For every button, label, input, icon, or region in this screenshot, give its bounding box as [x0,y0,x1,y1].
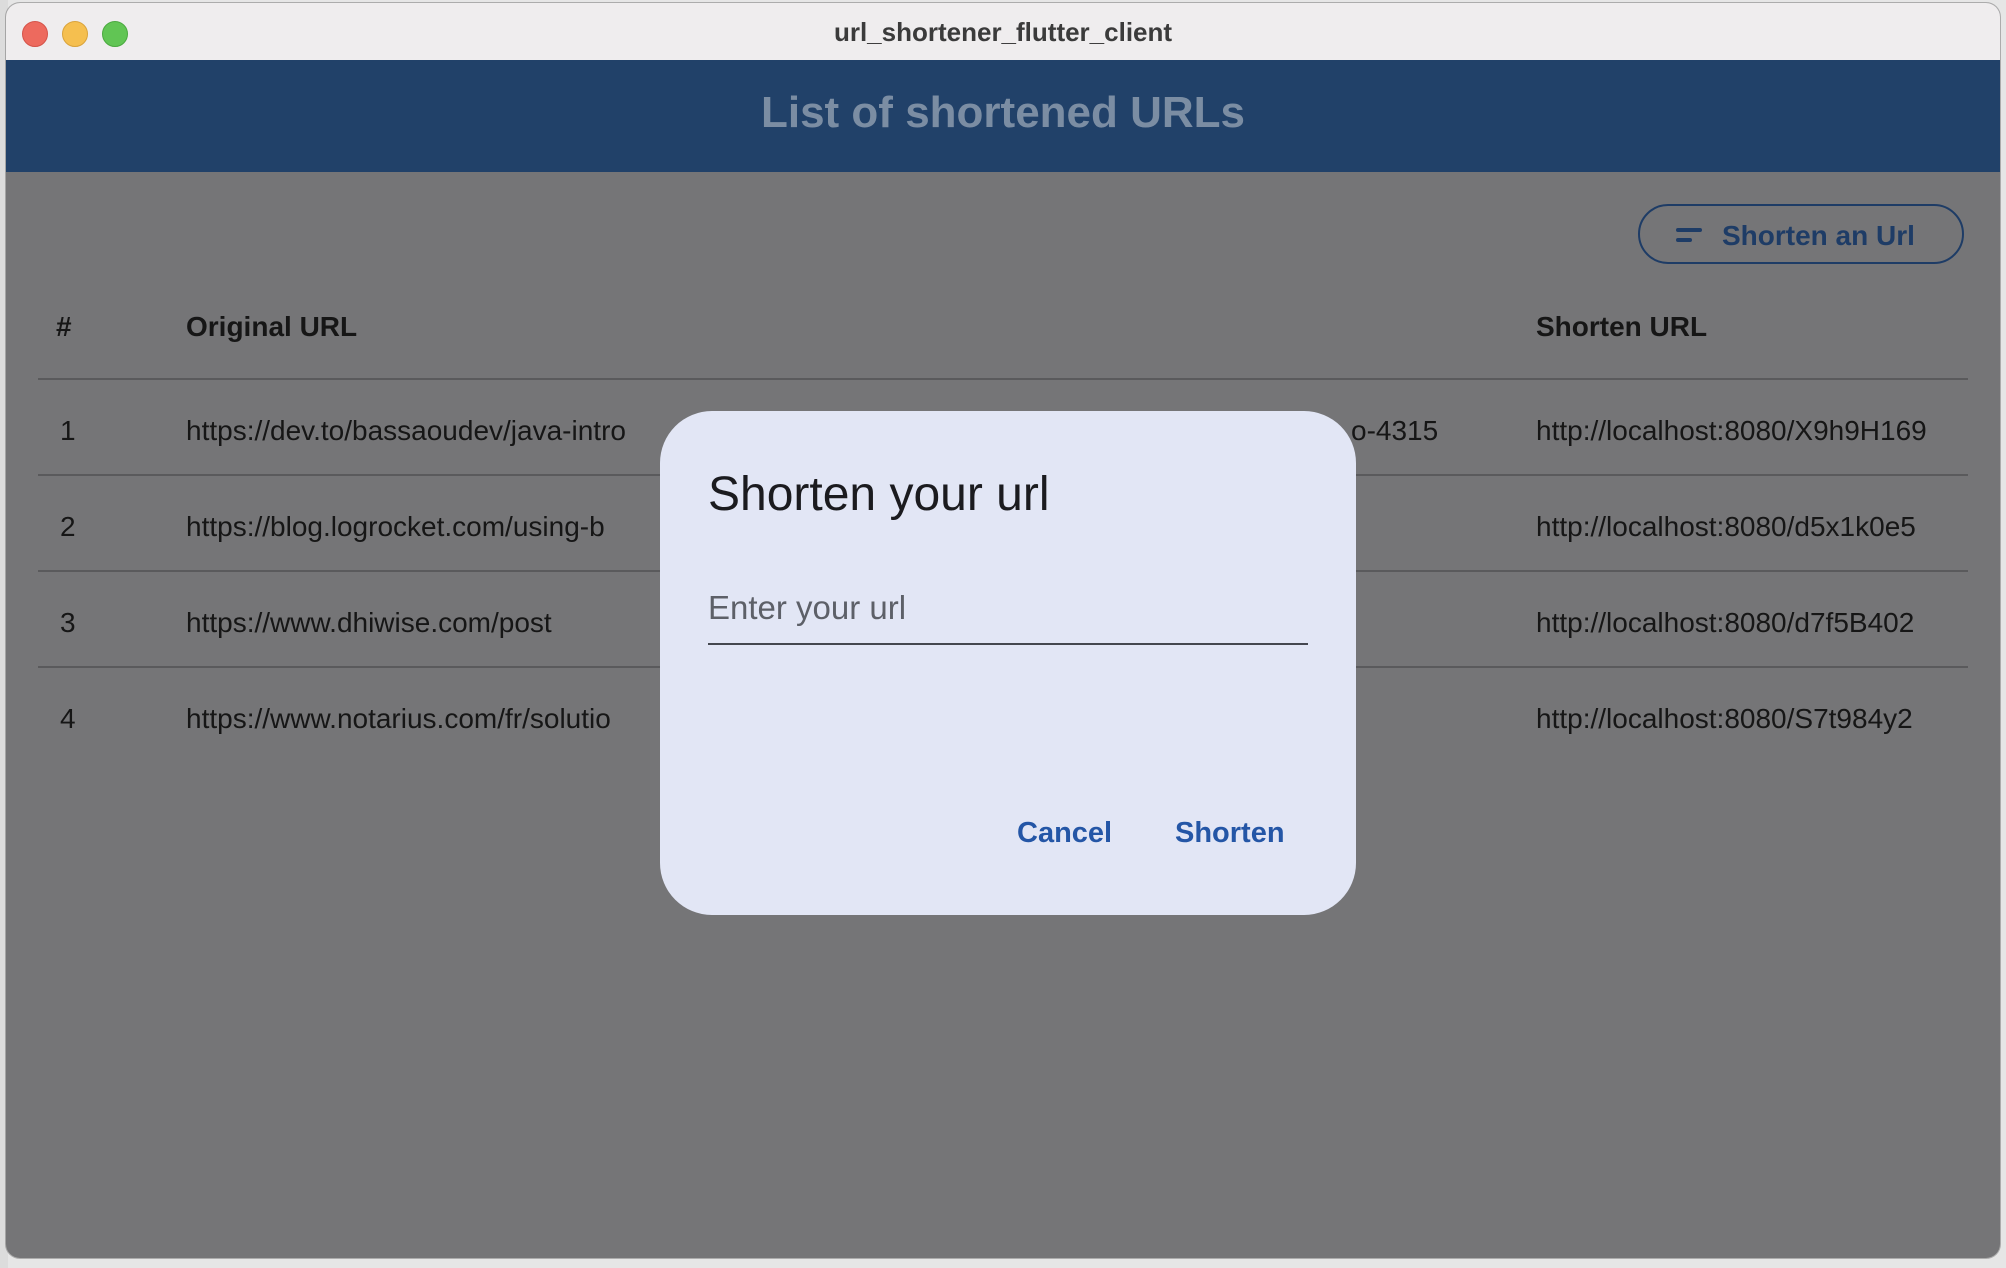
window-titlebar: url_shortener_flutter_client [6,3,2000,61]
original-url-cell: https://blog.logrocket.com/using-b [186,511,605,542]
original-url-cell-tail: o-4315 [1351,415,1439,446]
table-divider [38,378,1968,380]
column-header-shorten-url: Shorten URL [1536,311,1708,342]
short-url-cell[interactable]: http://localhost:8080/d5x1k0e5 [1536,511,1968,543]
shorten-button[interactable]: Shorten [1175,817,1285,850]
column-header-index: # [56,311,72,342]
original-url-cell: https://dev.to/bassaoudev/java-intro [186,415,626,446]
row-index: 1 [60,415,76,446]
short-url-cell[interactable]: http://localhost:8080/S7t984y2 [1536,703,1968,735]
short-text-icon [1676,228,1702,242]
app-window: url_shortener_flutter_client List of sho… [6,3,2000,1258]
shorten-an-url-button[interactable]: Shorten an Url [1638,204,1964,264]
row-index: 2 [60,511,76,542]
row-index: 4 [60,703,76,734]
column-header-original-url: Original URL [186,311,358,342]
url-input[interactable] [708,583,1308,645]
cancel-button[interactable]: Cancel [1017,817,1112,850]
short-url-cell[interactable]: http://localhost:8080/X9h9H169 [1536,415,1968,447]
app-bar: List of shortened URLs [6,60,2000,172]
shorten-an-url-label: Shorten an Url [1722,220,1915,251]
window-title: url_shortener_flutter_client [833,17,1173,47]
dialog-title: Shorten your url [708,468,1050,521]
original-url-cell: https://www.notarius.com/fr/solutio [186,703,611,734]
short-url-cell[interactable]: http://localhost:8080/d7f5B402 [1536,607,1968,639]
original-url-cell: https://www.dhiwise.com/post [186,607,552,638]
row-index: 3 [60,607,76,638]
shorten-url-dialog: Shorten your url Cancel Shorten [660,411,1356,915]
page-title: List of shortened URLs [760,88,1246,137]
